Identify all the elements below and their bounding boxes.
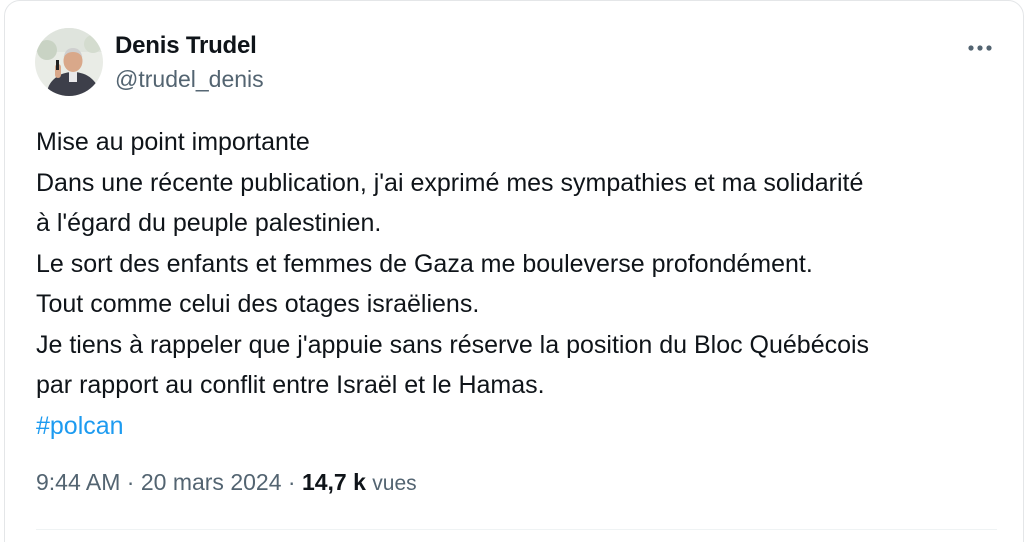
more-horizontal-icon — [968, 45, 992, 51]
tweet-card: Denis Trudel @trudel_denis Mise au point… — [4, 0, 1024, 542]
divider — [36, 529, 997, 530]
tweet-text: Mise au point importante Dans une récent… — [36, 122, 1001, 446]
views-label: vues — [372, 472, 417, 495]
views-count: 14,7 k — [301, 469, 366, 495]
author-handle[interactable]: @trudel_denis — [115, 66, 264, 93]
tweet-line: Dans une récente publication, j'ai expri… — [36, 168, 864, 197]
hashtag-link[interactable]: #polcan — [36, 406, 1001, 447]
tweet-line: Je tiens à rappeler que j'appuie sans ré… — [36, 330, 870, 359]
tweet-line: par rapport au conflit entre Israël et l… — [36, 371, 545, 399]
tweet-line: à l'égard du peuple palestinien. — [36, 209, 382, 237]
profile-photo-icon — [35, 28, 103, 96]
more-options-button[interactable] — [963, 31, 997, 65]
tweet-time[interactable]: 9:44 AM — [36, 469, 120, 495]
tweet-line: Mise au point importante — [36, 128, 310, 156]
tweet-line: Tout comme celui des otages israëliens. — [36, 290, 480, 318]
tweet-date[interactable]: 20 mars 2024 — [141, 469, 282, 495]
author-display-name[interactable]: Denis Trudel — [115, 32, 257, 60]
tweet-line: Le sort des enfants et femmes de Gaza me… — [36, 249, 813, 278]
author-avatar[interactable] — [35, 28, 103, 96]
tweet-meta: 9:44 AM · 20 mars 2024 · 14,7 k vues — [36, 469, 417, 496]
meta-separator: · — [281, 469, 302, 495]
meta-separator: · — [120, 469, 141, 495]
